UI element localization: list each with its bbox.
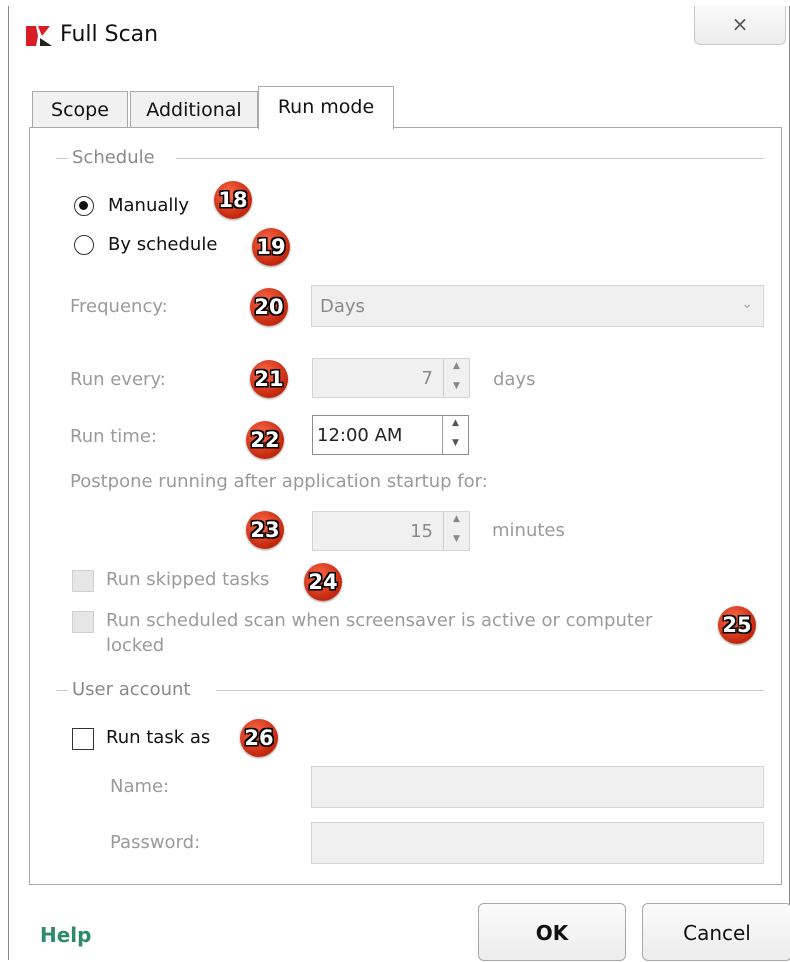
manually-label[interactable]: Manually [108, 195, 189, 216]
tab-scope[interactable]: Scope [32, 91, 128, 129]
by-schedule-label[interactable]: By schedule [108, 234, 217, 255]
password-label: Password: [110, 832, 201, 853]
callout-badge-24: 24 [304, 563, 342, 601]
run-every-value: 7 [421, 368, 433, 389]
schedule-header: Schedule [72, 147, 155, 168]
postpone-label: Postpone running after application start… [70, 471, 488, 492]
run-task-as-checkbox[interactable] [72, 728, 94, 750]
window-title: Full Scan [60, 22, 159, 47]
spin-up-icon[interactable]: ▲ [444, 359, 469, 373]
tab-run-mode[interactable]: Run mode [258, 86, 394, 130]
user-account-header: User account [72, 679, 191, 700]
run-skipped-checkbox[interactable] [72, 570, 94, 592]
cancel-button[interactable]: Cancel [642, 903, 790, 961]
callout-badge-25: 25 [718, 606, 756, 644]
run-skipped-label[interactable]: Run skipped tasks [106, 569, 269, 590]
spin-down-icon[interactable]: ▼ [444, 379, 469, 393]
callout-badge-18: 18 [214, 181, 252, 219]
run-scheduled-checkbox[interactable] [72, 611, 94, 633]
postpone-unit: minutes [492, 520, 565, 541]
run-time-picker[interactable]: 12:00 AM ▲ ▼ [312, 415, 469, 455]
callout-badge-19: 19 [252, 228, 290, 266]
close-button[interactable]: × [694, 6, 786, 45]
password-field[interactable] [311, 822, 764, 864]
user-account-divider-left [56, 690, 68, 691]
callout-badge-20: 20 [250, 288, 288, 326]
postpone-spin-buttons[interactable]: ▲ ▼ [443, 512, 469, 550]
frequency-select[interactable]: Days ⌄ [311, 285, 764, 327]
by-schedule-radio[interactable] [74, 235, 94, 255]
run-time-value: 12:00 AM [317, 425, 403, 446]
frequency-label: Frequency: [70, 296, 168, 317]
callout-badge-21: 21 [250, 360, 288, 398]
spin-up-icon[interactable]: ▲ [443, 416, 468, 430]
schedule-divider [176, 158, 764, 159]
spin-down-icon[interactable]: ▼ [444, 532, 469, 546]
spin-up-icon[interactable]: ▲ [444, 512, 469, 526]
spin-buttons[interactable]: ▲ ▼ [443, 359, 469, 397]
user-account-divider [216, 690, 764, 691]
callout-badge-26: 26 [240, 719, 278, 757]
run-every-stepper[interactable]: 7 ▲ ▼ [312, 358, 470, 398]
postpone-stepper[interactable]: 15 ▲ ▼ [312, 511, 470, 551]
ok-button[interactable]: OK [478, 903, 626, 961]
name-field[interactable] [311, 766, 764, 808]
run-scheduled-label-line1[interactable]: Run scheduled scan when screensaver is a… [106, 610, 726, 631]
callout-badge-22: 22 [246, 421, 284, 459]
callout-badge-23: 23 [246, 511, 284, 549]
help-link[interactable]: Help [40, 923, 91, 947]
manually-radio[interactable] [74, 196, 94, 216]
name-label: Name: [110, 776, 170, 797]
run-time-label: Run time: [70, 426, 157, 447]
time-spin-buttons[interactable]: ▲ ▼ [442, 416, 468, 454]
run-task-as-label[interactable]: Run task as [106, 727, 210, 748]
postpone-value: 15 [410, 521, 433, 542]
chevron-down-icon: ⌄ [741, 296, 753, 312]
run-every-label: Run every: [70, 369, 166, 390]
run-every-unit: days [493, 369, 536, 390]
tab-additional[interactable]: Additional [130, 91, 258, 129]
spin-down-icon[interactable]: ▼ [443, 436, 468, 450]
run-scheduled-label-line2[interactable]: locked [106, 635, 164, 656]
kaspersky-logo-icon [26, 26, 52, 46]
frequency-value: Days [320, 296, 365, 317]
schedule-divider-left [56, 158, 68, 159]
